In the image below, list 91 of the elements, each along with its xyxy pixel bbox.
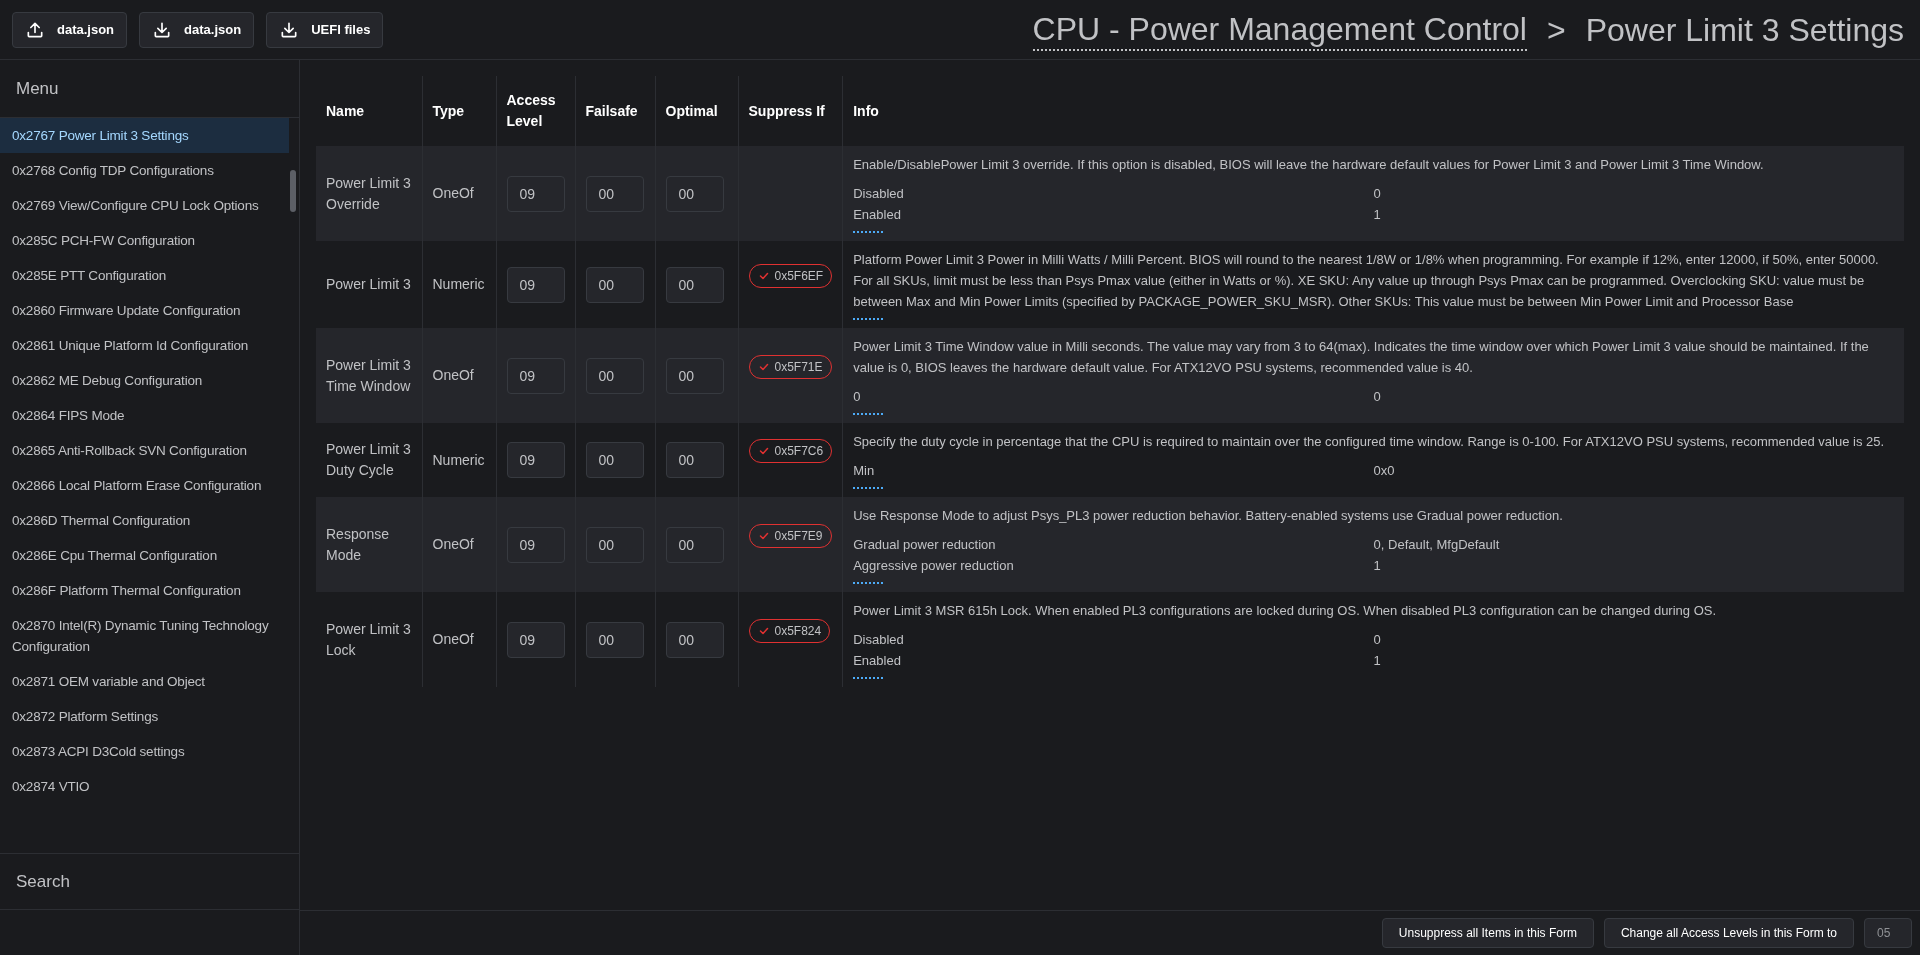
failsafe-field[interactable]: 00 [585, 266, 644, 303]
table-cell: Response Mode [326, 525, 390, 563]
failsafe-field[interactable]: 00 [585, 526, 644, 563]
column-header: Info [842, 76, 1904, 146]
sidebar-item[interactable]: 0x2870 Intel(R) Dynamic Tuning Technology Configuration [0, 608, 289, 664]
info-text: Specify the duty cycle in percentage that the CPU is required to maintain over the configured time window. Range is 0-100. For ATX12VO PSU systems, recommended value is 25. [853, 433, 1886, 451]
access-level-field[interactable]: 09 [506, 621, 565, 658]
option-label: Gradual power reduction [853, 536, 997, 554]
option-label: Enabled [853, 206, 902, 224]
option-label: Disabled [853, 631, 905, 649]
table-cell: OneOf [432, 185, 474, 201]
optimal-field[interactable]: 00 [665, 442, 724, 478]
sidebar-item[interactable]: 0x285C PCH-FW Configuration [0, 223, 289, 258]
failsafe-field[interactable]: 00 [585, 175, 644, 212]
breadcrumb-link[interactable]: CPU - Power Management Control [1032, 8, 1527, 51]
sidebar-item[interactable]: 0x2871 OEM variable and Object [0, 664, 289, 699]
sidebar-item[interactable]: 0x2860 Firmware Update Configuration [0, 293, 289, 328]
optimal-field[interactable]: 00 [665, 175, 724, 212]
failsafe-field[interactable]: 00 [585, 621, 644, 658]
table-cell: Power Limit 3 Time Window [326, 356, 411, 394]
expand-handle[interactable] [853, 485, 884, 489]
access-level-field[interactable]: 09 [506, 175, 565, 212]
expand-handle[interactable] [853, 675, 884, 679]
check-icon [757, 445, 770, 457]
table-cell: Numeric [432, 276, 485, 292]
unsuppress-button[interactable]: Unsuppress all Items in this Form [1381, 918, 1594, 948]
table-cell: Power Limit 3 [326, 276, 411, 292]
access-level-field[interactable]: 09 [506, 357, 565, 394]
sidebar-item[interactable]: 0x2873 ACPI D3Cold settings [0, 734, 289, 769]
table-cell: Power Limit 3 Duty Cycle [326, 441, 411, 478]
option-label: Aggressive power reduction [853, 557, 1015, 575]
access-level-field[interactable]: 09 [506, 526, 565, 563]
sidebar-item[interactable]: 0x2767 Power Limit 3 Settings [0, 118, 289, 153]
sidebar-title: Menu [16, 77, 59, 100]
info-text: Enable/DisablePower Limit 3 override. If this option is disabled, BIOS will leave the hardware default values for Power Limit 3 and Power Limit 3 Time Window. [853, 156, 1765, 174]
sidebar-item[interactable]: 0x286E Cpu Thermal Configuration [0, 538, 289, 573]
option-label: Enabled [853, 652, 902, 670]
change-access-button[interactable]: Change all Access Levels in this Form to [1603, 918, 1854, 948]
expand-handle[interactable] [853, 229, 884, 233]
sidebar-item[interactable]: 0x2769 View/Configure CPU Lock Options [0, 188, 289, 223]
upload-button[interactable]: data.json [12, 11, 128, 48]
optimal-field[interactable]: 00 [665, 621, 724, 658]
failsafe-field[interactable]: 00 [585, 357, 644, 394]
info-text: Power Limit 3 MSR 615h Lock. When enabled PL3 configurations are locked during OS. When disabled PL3 configuration can be changed during OS. [853, 602, 1718, 620]
option-value: 0x0 [1373, 462, 1396, 480]
option-value: 0 [1373, 631, 1382, 649]
access-level-field[interactable]: 09 [506, 266, 565, 303]
option-value: 0 [1373, 185, 1382, 203]
option-value: 1 [1373, 206, 1382, 224]
table-cell: Power Limit 3 Override [326, 174, 411, 212]
optimal-field[interactable]: 00 [665, 526, 724, 563]
sidebar-item[interactable]: 0x286F Platform Thermal Configuration [0, 573, 289, 608]
sidebar-item[interactable]: 0x2861 Unique Platform Id Configuration [0, 328, 289, 363]
table-cell: Power Limit 3 Lock [326, 620, 411, 658]
sidebar-item[interactable]: 0x285E PTT Configuration [0, 258, 289, 293]
access-level-field[interactable]: 09 [506, 442, 565, 478]
option-value: 1 [1373, 557, 1382, 575]
table-cell: OneOf [432, 367, 474, 383]
sidebar-item[interactable]: 0x2874 VTIO [0, 769, 289, 804]
option-value: 0, Default, MfgDefault [1373, 536, 1501, 554]
download-button[interactable]: data.json [139, 11, 255, 48]
sidebar-item[interactable]: 0x2865 Anti-Rollback SVN Configuration [0, 433, 289, 468]
sidebar-item[interactable]: 0x2862 ME Debug Configuration [0, 363, 289, 398]
info-text: Platform Power Limit 3 Power in Milli Watts / Milli Percent. BIOS will round to the nearest 1/8W or 1/8% when programming. For example if 12%, enter 12000, if 50%, enter 50000. For all SKUs, limit must be less than Psys Pmax value (either in Watts or %). XE SKU: Any value up through Psys Pmax can be programmed. Overclocking SKU: value must be between Max and Min Power Limits (specified by PACKAGE_POWER_SKU_MSR). Other SKUs: This value must be between Min Power Limit and Processor Base [853, 251, 1880, 311]
option-label: 0 [853, 388, 862, 406]
option-label: Min [853, 462, 876, 480]
failsafe-field[interactable]: 00 [585, 442, 644, 478]
info-text: Power Limit 3 Time Window value in Milli seconds. The value may vary from 3 to 64(max). Indicates the time window over which Power Limit 3 value should be maintained. If the value is 0, BIOS leaves the hardware default value. For ATX12VO PSU systems, recommended value is 40. [853, 338, 1870, 377]
sidebar-item[interactable]: 0x2864 FIPS Mode [0, 398, 289, 433]
sidebar-item[interactable]: 0x2768 Config TDP Configurations [0, 153, 289, 188]
table-cell: OneOf [432, 536, 474, 552]
optimal-field[interactable]: 00 [665, 266, 724, 303]
breadcrumb-separator: > [1546, 10, 1566, 50]
option-value: 0 [1373, 388, 1382, 406]
table-cell: OneOf [432, 631, 474, 647]
option-value: 1 [1373, 652, 1382, 670]
optimal-field[interactable]: 00 [665, 357, 724, 394]
expand-handle[interactable] [853, 411, 884, 415]
search-link[interactable]: Search [16, 868, 70, 895]
sidebar-item[interactable]: 0x286D Thermal Configuration [0, 503, 289, 538]
option-label: Disabled [853, 185, 905, 203]
expand-handle[interactable] [853, 316, 884, 320]
expand-handle[interactable] [853, 580, 884, 584]
download-button[interactable]: UEFI files [266, 11, 384, 48]
page-title: Power Limit 3 Settings [1585, 10, 1904, 50]
info-text: Use Response Mode to adjust Psys_PL3 power reduction behavior. Battery-enabled systems use Gradual power reduction. [853, 507, 1564, 525]
sidebar-item[interactable]: 0x2866 Local Platform Erase Configuration [0, 468, 289, 503]
table-cell: Numeric [432, 451, 485, 468]
access-level-field[interactable]: 05 [1864, 918, 1912, 948]
scrollbar-thumb[interactable] [290, 170, 296, 212]
sidebar-item[interactable]: 0x2872 Platform Settings [0, 699, 289, 734]
